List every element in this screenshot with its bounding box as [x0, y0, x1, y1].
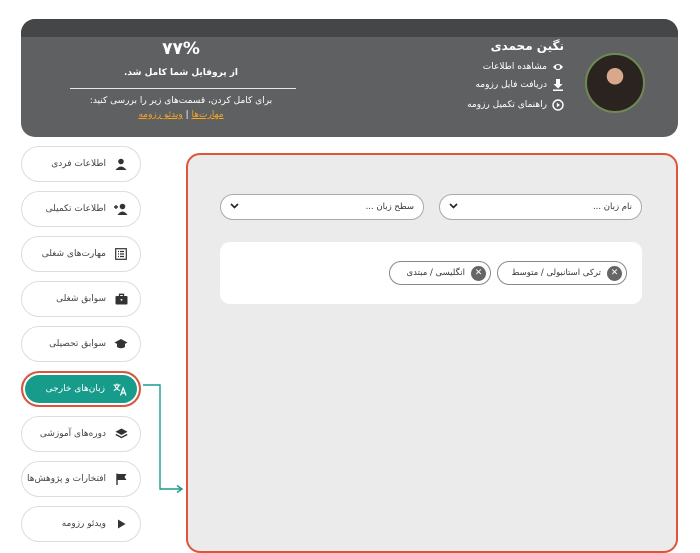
remove-chip-icon[interactable]: ✕	[471, 265, 486, 281]
language-level-placeholder: سطح زبان ...	[365, 202, 414, 212]
language-chip-english: انگلیسی / مبتدی ✕	[389, 261, 491, 285]
chip-label: انگلیسی / مبتدی	[406, 268, 465, 278]
language-name-placeholder: نام زبان ...	[592, 202, 632, 212]
language-chip-turkish: ترکی استانبولی / متوسط ✕	[497, 261, 627, 285]
language-name-select[interactable]: نام زبان ...	[439, 194, 642, 220]
remove-chip-icon[interactable]: ✕	[607, 265, 622, 281]
language-level-select[interactable]: سطح زبان ...	[220, 194, 424, 220]
chip-label: ترکی استانبولی / متوسط	[511, 268, 602, 278]
chevron-down-icon	[230, 202, 239, 212]
chevron-down-icon	[449, 202, 458, 212]
